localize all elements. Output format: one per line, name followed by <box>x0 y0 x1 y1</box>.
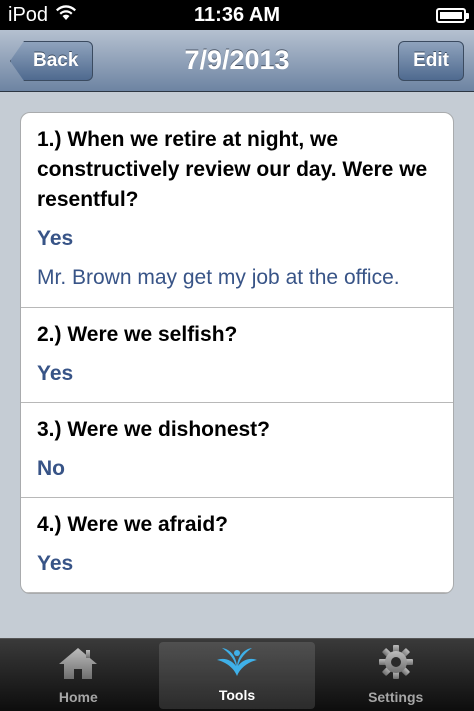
question-row[interactable]: 2.) Were we selfish? Yes <box>21 308 453 403</box>
status-left: iPod <box>8 3 78 27</box>
tab-tools-label: Tools <box>218 687 256 703</box>
battery-fill <box>440 11 462 19</box>
back-button[interactable]: Back <box>10 41 94 81</box>
tab-home-label: Home <box>58 689 98 705</box>
nav-bar: Back 7/9/2013 Edit <box>0 30 474 92</box>
tab-bar: Home Tools Settings <box>0 638 474 711</box>
wifi-icon <box>54 3 78 27</box>
question-list: 1.) When we retire at night, we construc… <box>20 112 454 594</box>
content-area[interactable]: 1.) When we retire at night, we construc… <box>0 92 474 638</box>
carrier-label: iPod <box>8 3 49 26</box>
question-row[interactable]: 3.) Were we dishonest? No <box>21 403 453 498</box>
page-title: 7/9/2013 <box>184 45 290 75</box>
question-text: 3.) Were we dishonest? <box>37 418 270 441</box>
edit-button[interactable]: Edit <box>398 41 464 81</box>
answer-text: Yes <box>37 227 74 250</box>
question-text: 2.) Were we selfish? <box>37 323 238 346</box>
tab-settings-label: Settings <box>368 689 424 705</box>
answer-text: No <box>37 457 65 480</box>
question-text: 4.) Were we afraid? <box>37 513 229 536</box>
question-row[interactable]: 1.) When we retire at night, we construc… <box>21 113 453 308</box>
battery-icon <box>436 7 469 23</box>
answer-text: Yes <box>37 552 74 575</box>
tab-settings[interactable]: Settings <box>317 639 474 711</box>
question-text: 1.) When we retire at night, we construc… <box>37 128 428 211</box>
home-icon <box>57 646 99 689</box>
tab-tools[interactable]: Tools <box>158 642 316 709</box>
tab-home[interactable]: Home <box>0 639 157 711</box>
tools-icon <box>214 644 260 687</box>
answer-text: Yes <box>37 362 74 385</box>
answer-note: Mr. Brown may get my job at the office. <box>37 266 400 289</box>
gear-icon <box>378 644 414 689</box>
status-bar: iPod 11:36 AM <box>0 0 474 30</box>
question-row[interactable]: 4.) Were we afraid? Yes <box>21 498 453 593</box>
